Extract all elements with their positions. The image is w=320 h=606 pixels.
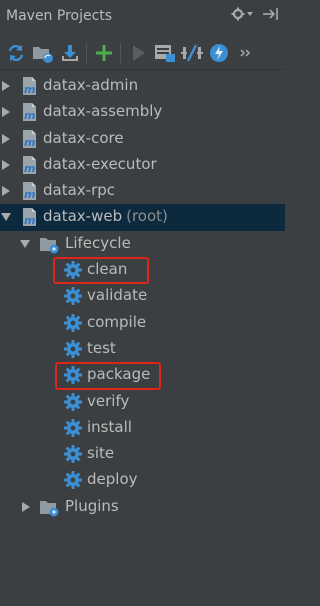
tree-item-project[interactable]: m datax-assembly <box>0 99 285 125</box>
tree-item-label: site <box>87 444 115 463</box>
tree-item-goal-validate[interactable]: validate <box>0 283 285 309</box>
goal-gear-icon <box>64 418 82 437</box>
add-icon[interactable] <box>90 39 117 67</box>
collapse-arrow-icon[interactable] <box>2 133 10 144</box>
root-suffix: (root) <box>126 207 168 226</box>
tree-item-label: test <box>87 338 116 357</box>
generate-sources-icon[interactable] <box>29 39 56 67</box>
goal-gear-icon <box>64 313 82 332</box>
project-tree: m datax-admin m datax-assembly m datax-core m d… <box>0 73 285 520</box>
svg-text:m: m <box>24 214 35 227</box>
svg-text:m: m <box>24 188 35 201</box>
tree-item-label: datax-assembly <box>43 102 163 121</box>
svg-text:m: m <box>24 162 35 175</box>
tree-item-lifecycle[interactable]: Lifecycle <box>0 231 285 257</box>
tree-item-plugins[interactable]: Plugins <box>0 494 285 520</box>
tree-item-project[interactable]: m datax-core <box>0 126 285 152</box>
svg-text:m: m <box>24 136 35 149</box>
maven-module-icon: m <box>21 76 39 96</box>
tree-item-project[interactable]: m datax-rpc <box>0 178 285 204</box>
tree-item-label: deploy <box>87 470 138 489</box>
tree-item-goal-site[interactable]: site <box>0 441 285 467</box>
tree-item-label: verify <box>87 391 130 410</box>
panel-header-tools <box>231 7 279 25</box>
tree-item-goal-install[interactable]: install <box>0 415 285 441</box>
skip-tests-icon[interactable] <box>205 39 232 67</box>
hide-panel-icon[interactable] <box>263 7 279 25</box>
tree-item-goal-compile[interactable]: compile <box>0 310 285 336</box>
goal-gear-icon <box>64 339 82 358</box>
tree-item-project[interactable]: m datax-web (root) <box>0 204 285 231</box>
more-icon[interactable] <box>232 39 259 67</box>
maven-module-icon: m <box>21 155 39 175</box>
maven-module-icon: m <box>21 181 39 201</box>
reimport-icon[interactable] <box>2 39 29 67</box>
collapse-arrow-icon[interactable] <box>2 81 10 91</box>
tree-item-label: Plugins <box>65 496 119 515</box>
tree-item-label: datax-web (root) <box>43 207 168 226</box>
goal-gear-icon <box>64 392 82 411</box>
toolbar-separator <box>86 42 87 63</box>
tree-item-project[interactable]: m datax-admin <box>0 73 285 99</box>
tree-item-label: install <box>87 417 132 436</box>
tree-item-label: datax-executor <box>43 154 157 173</box>
highlight-box-clean <box>53 257 149 284</box>
maven-module-icon: m <box>21 102 39 122</box>
gear-icon[interactable] <box>231 7 253 25</box>
tree-item-label: datax-admin <box>43 76 139 94</box>
maven-module-icon: m <box>21 207 39 227</box>
highlight-box-package <box>55 362 161 390</box>
collapse-arrow-icon[interactable] <box>2 186 10 197</box>
tree-item-project[interactable]: m datax-executor <box>0 152 285 178</box>
svg-text:m: m <box>24 109 35 122</box>
toggle-offline-icon[interactable] <box>178 39 205 67</box>
tree-item-label: datax-core <box>43 128 124 147</box>
download-icon[interactable] <box>56 39 83 67</box>
tree-item-label: compile <box>87 312 147 331</box>
toolbar-separator <box>120 42 121 63</box>
tree-item-goal-test[interactable]: test <box>0 336 285 362</box>
svg-text:m: m <box>24 83 35 96</box>
tree-item-label: Lifecycle <box>65 233 131 252</box>
folder-icon <box>39 498 59 517</box>
tree-item-goal-deploy[interactable]: deploy <box>0 467 285 493</box>
panel-title: Maven Projects <box>6 8 113 24</box>
collapse-arrow-icon[interactable] <box>2 107 10 118</box>
run-icon[interactable] <box>124 39 151 67</box>
panel-header: Maven Projects <box>0 0 285 32</box>
collapse-arrow-icon[interactable] <box>2 159 10 170</box>
expand-arrow-icon[interactable] <box>1 213 11 222</box>
maven-toolbar <box>0 36 285 70</box>
goal-gear-icon <box>64 445 82 464</box>
tree-item-label: datax-rpc <box>43 181 116 200</box>
goal-gear-icon <box>64 287 82 306</box>
goal-gear-icon <box>64 471 82 490</box>
execute-goal-icon[interactable] <box>151 39 178 67</box>
folder-icon <box>39 235 59 254</box>
collapse-arrow-icon[interactable] <box>22 501 30 512</box>
tree-item-goal-verify[interactable]: verify <box>0 389 285 415</box>
maven-module-icon: m <box>21 129 39 149</box>
tree-item-label: validate <box>87 286 148 305</box>
expand-arrow-icon[interactable] <box>20 239 30 248</box>
